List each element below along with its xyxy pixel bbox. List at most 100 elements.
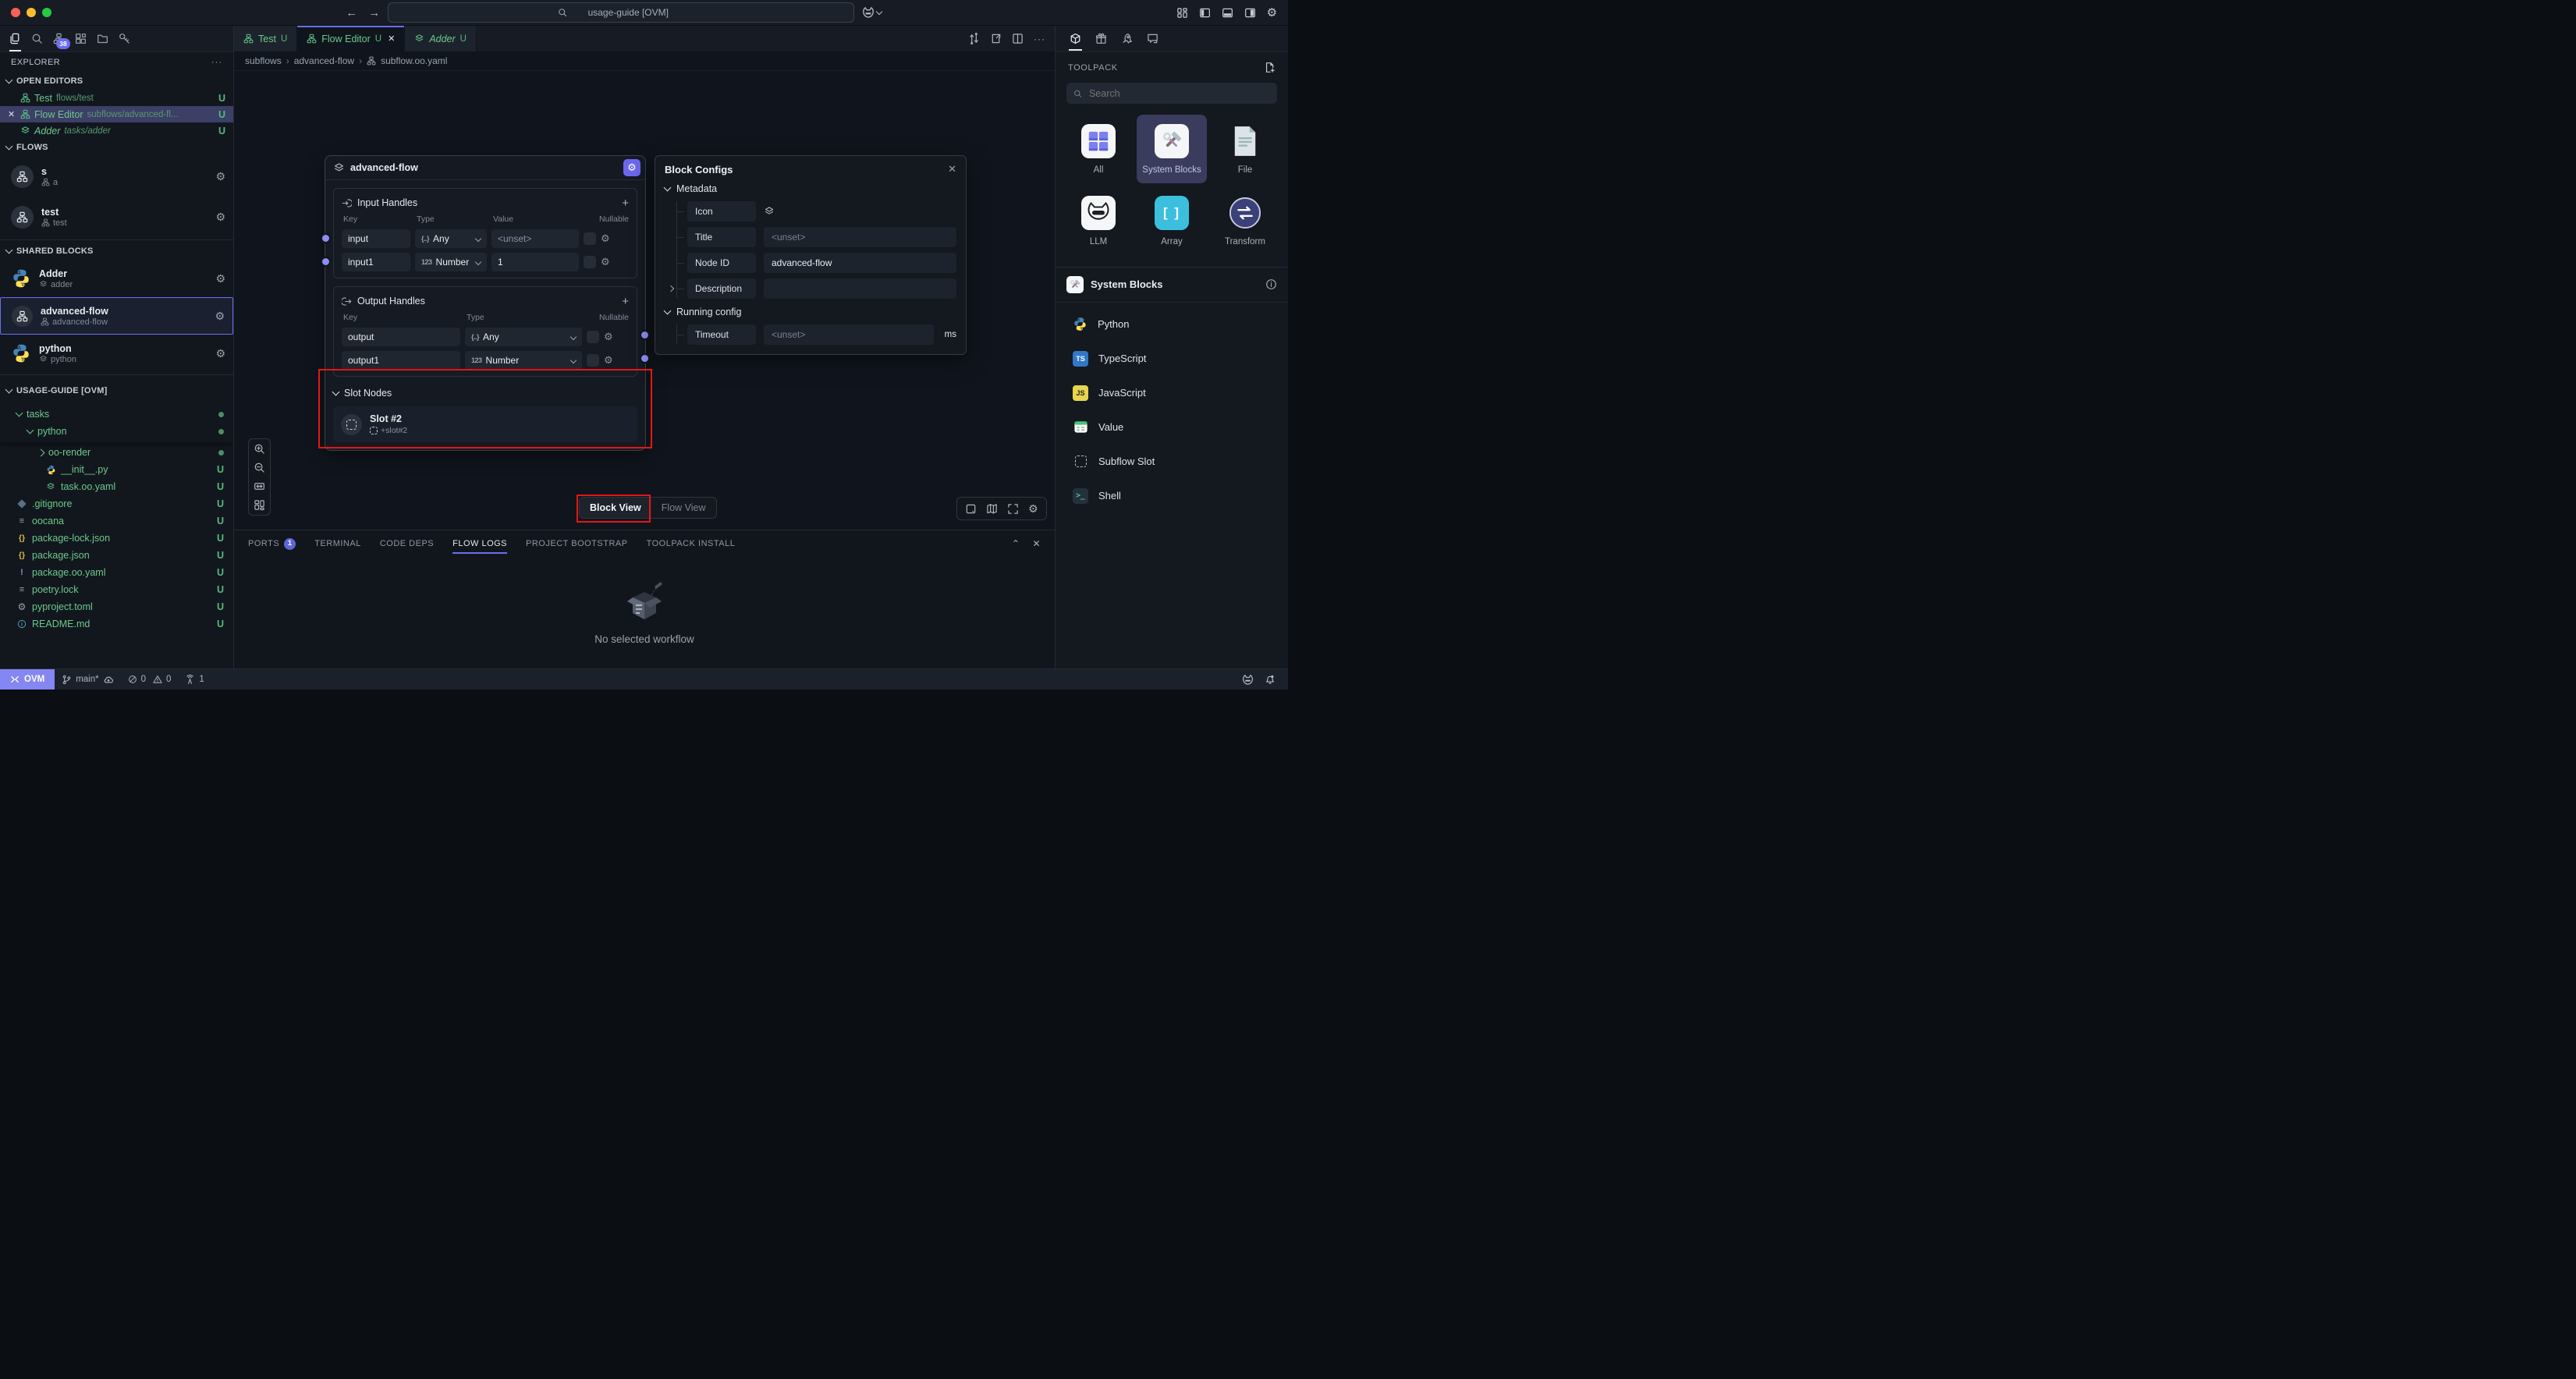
shared-block-advanced-flow[interactable]: advanced-flow advanced-flow ⚙ xyxy=(0,297,233,335)
output-port-0[interactable] xyxy=(640,330,650,340)
tree-file-gitignore[interactable]: .gitignoreU xyxy=(0,495,233,512)
toolpack-tab-icon[interactable] xyxy=(1070,33,1081,44)
handle-settings-icon[interactable]: ⚙ xyxy=(601,232,610,245)
flow-canvas[interactable]: advanced-flow ⚙ Input Handles + Key Type xyxy=(234,71,1055,530)
toolpack-search-box[interactable] xyxy=(1066,83,1277,104)
tree-file-readme[interactable]: README.mdU xyxy=(0,615,233,633)
block-value[interactable]: Value xyxy=(1056,410,1288,445)
tab-adder[interactable]: AdderU xyxy=(405,26,477,51)
toggle-right-panel-icon[interactable] xyxy=(1244,7,1256,19)
tab-flow-editor[interactable]: Flow EditorU ✕ xyxy=(297,26,405,51)
node-settings-button[interactable]: ⚙ xyxy=(623,159,640,176)
flow-item-s[interactable]: s a ⚙ xyxy=(0,156,233,197)
tab-toolpack-install[interactable]: TOOLPACK INSTALL xyxy=(647,530,736,557)
key-input[interactable]: input xyxy=(342,229,410,248)
secrets-view-icon[interactable] xyxy=(119,33,130,44)
type-select[interactable]: {..} Any xyxy=(465,328,582,346)
flows-view-icon[interactable]: 38 xyxy=(53,33,65,44)
minimap-icon[interactable] xyxy=(986,503,998,515)
tree-folder-tasks[interactable]: tasks xyxy=(0,406,233,423)
key-input[interactable]: output1 xyxy=(342,351,460,370)
ports-status[interactable]: 1 xyxy=(178,675,211,685)
rocket-tab-icon[interactable] xyxy=(1121,33,1133,44)
nullable-checkbox[interactable] xyxy=(587,354,599,367)
close-icon[interactable]: ✕ xyxy=(8,109,16,119)
handle-settings-icon[interactable]: ⚙ xyxy=(604,354,613,367)
maximize-panel-icon[interactable]: ⌃ xyxy=(1012,538,1020,549)
tree-file-package-lock[interactable]: {} package-lock.jsonU xyxy=(0,530,233,547)
running-config-group-header[interactable]: Running config xyxy=(665,305,956,319)
split-editor-icon[interactable] xyxy=(1012,33,1024,44)
flows-header[interactable]: FLOWS xyxy=(0,139,233,156)
category-array[interactable]: [ ] Array xyxy=(1137,186,1207,255)
slot-node-item[interactable]: Slot #2 +slot#2 xyxy=(333,406,637,442)
maximize-window-button[interactable] xyxy=(42,8,51,17)
handle-settings-icon[interactable]: ⚙ xyxy=(601,256,610,268)
toggle-left-panel-icon[interactable] xyxy=(1199,7,1211,19)
export-icon[interactable] xyxy=(990,33,1002,44)
more-actions-icon[interactable]: ··· xyxy=(1034,34,1045,44)
tree-file-oocana[interactable]: ≡ oocanaU xyxy=(0,512,233,530)
tree-file-task-oo-yaml[interactable]: task.oo.yamlU xyxy=(0,478,233,495)
command-search-input[interactable] xyxy=(572,6,684,19)
preview-icon[interactable] xyxy=(965,503,977,515)
node-id-value-input[interactable]: advanced-flow xyxy=(764,253,956,273)
tab-project-bootstrap[interactable]: PROJECT BOOTSTRAP xyxy=(526,530,628,557)
forward-icon[interactable]: → xyxy=(368,6,380,19)
gift-tab-icon[interactable] xyxy=(1095,33,1107,44)
description-value-input[interactable] xyxy=(764,278,956,299)
new-toolpack-icon[interactable] xyxy=(1264,62,1276,73)
add-output-button[interactable]: + xyxy=(622,296,629,307)
timeout-value-input[interactable]: <unset> xyxy=(764,324,934,345)
canvas-settings-icon[interactable]: ⚙ xyxy=(1028,502,1038,516)
close-panel-icon[interactable]: ✕ xyxy=(1032,538,1041,549)
fit-width-icon[interactable] xyxy=(254,480,265,492)
zoom-in-icon[interactable] xyxy=(254,443,265,455)
folder-view-icon[interactable] xyxy=(97,33,108,44)
type-select[interactable]: 123 Number xyxy=(415,253,487,271)
input-port-0[interactable] xyxy=(321,233,331,243)
project-tree-header[interactable]: USAGE-GUIDE [OVM] xyxy=(0,382,233,399)
block-settings-icon[interactable]: ⚙ xyxy=(215,347,225,360)
output-port-1[interactable] xyxy=(640,353,650,363)
assistant-menu[interactable] xyxy=(862,6,882,19)
chevron-right-icon[interactable] xyxy=(668,285,674,292)
icon-value-button[interactable] xyxy=(764,206,956,217)
tab-terminal[interactable]: TERMINAL xyxy=(314,530,361,557)
block-configs-panel[interactable]: Block Configs ✕ Metadata Icon xyxy=(655,155,967,355)
category-system-blocks[interactable]: System Blocks xyxy=(1137,115,1207,183)
block-view-button[interactable]: Block View xyxy=(580,498,651,518)
category-all[interactable]: All xyxy=(1063,115,1134,183)
flow-item-test[interactable]: test test ⚙ xyxy=(0,197,233,237)
type-select[interactable]: 123 Number xyxy=(465,351,582,370)
feedback-tab-icon[interactable] xyxy=(1147,33,1158,44)
tree-file-poetry-lock[interactable]: ≡ poetry.lockU xyxy=(0,581,233,598)
auto-layout-icon[interactable] xyxy=(254,499,265,511)
handle-settings-icon[interactable]: ⚙ xyxy=(604,331,613,343)
notifications-bell-icon[interactable] xyxy=(1265,674,1276,685)
mascot-icon[interactable] xyxy=(1242,674,1254,686)
command-search-box[interactable] xyxy=(388,2,854,23)
open-editor-adder[interactable]: Adder tasks/adder U xyxy=(0,122,233,139)
tab-ports[interactable]: PORTS 1 xyxy=(248,530,296,557)
value-input[interactable]: 1 xyxy=(491,253,579,271)
explorer-more-icon[interactable]: ··· xyxy=(211,58,222,67)
tree-file-package-json[interactable]: {} package.jsonU xyxy=(0,547,233,564)
git-branch-status[interactable]: main* xyxy=(55,674,120,685)
open-editors-header[interactable]: OPEN EDITORS xyxy=(0,73,233,90)
tree-folder-python[interactable]: python xyxy=(0,423,233,440)
tab-test[interactable]: TestU xyxy=(234,26,297,51)
shared-block-python[interactable]: python python ⚙ xyxy=(0,335,233,372)
category-transform[interactable]: Transform xyxy=(1210,186,1280,255)
key-input[interactable]: output xyxy=(342,328,460,346)
add-input-button[interactable]: + xyxy=(622,197,629,209)
shared-block-adder[interactable]: Adder adder ⚙ xyxy=(0,260,233,297)
category-llm[interactable]: LLM xyxy=(1063,186,1134,255)
block-settings-icon[interactable]: ⚙ xyxy=(215,310,225,323)
close-window-button[interactable] xyxy=(11,8,20,17)
block-python[interactable]: Python xyxy=(1056,307,1288,342)
minimize-window-button[interactable] xyxy=(27,8,36,17)
layout-customize-icon[interactable] xyxy=(1176,7,1188,19)
toggle-bottom-panel-icon[interactable] xyxy=(1222,7,1233,19)
extensions-view-icon[interactable] xyxy=(75,33,87,44)
